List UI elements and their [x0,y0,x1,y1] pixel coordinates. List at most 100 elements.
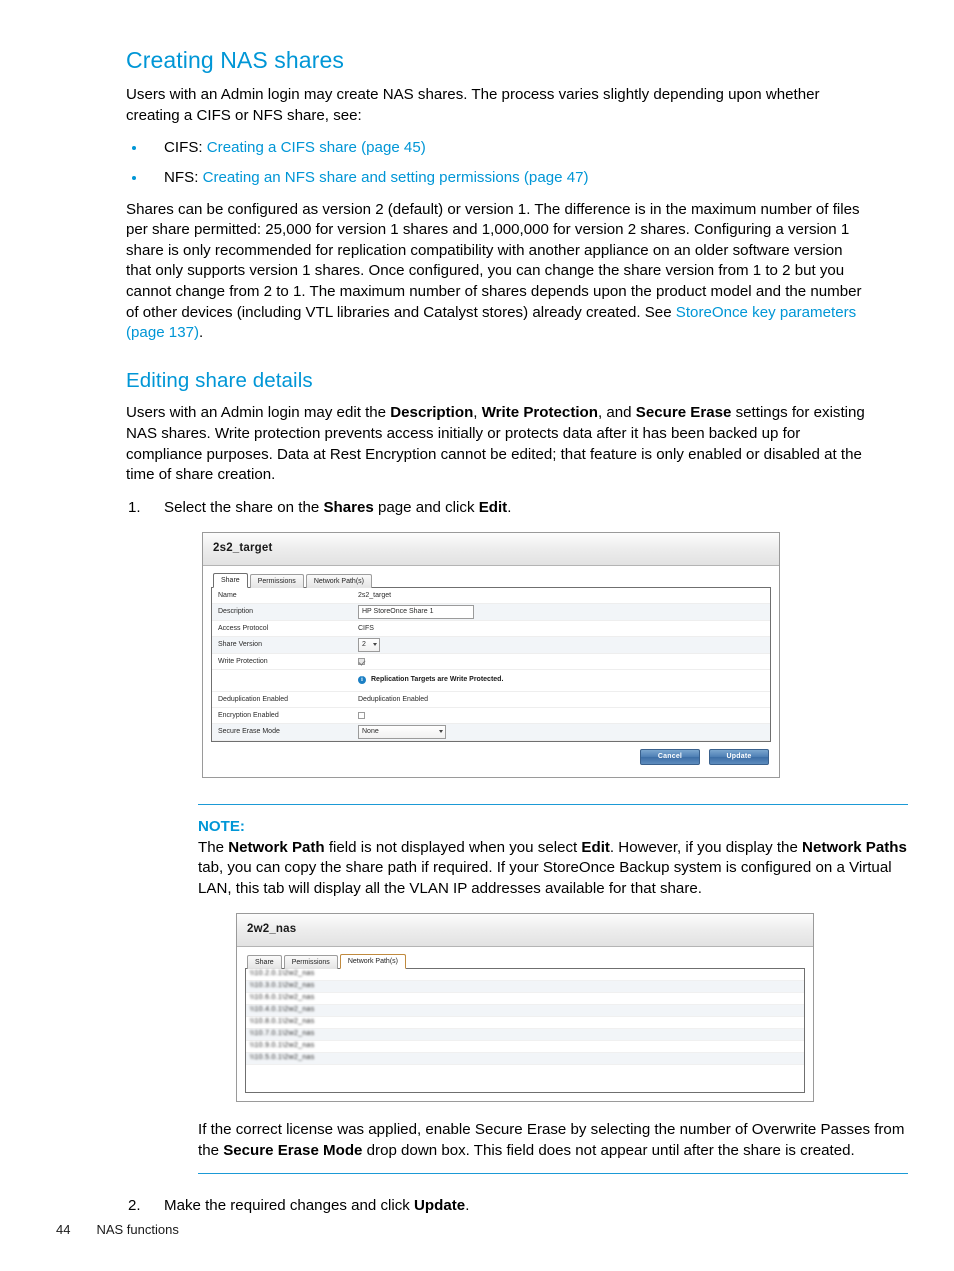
footer-page-number: 44 [56,1222,71,1237]
value-deduplication-enabled: Deduplication Enabled [358,695,429,703]
step-number: 2. [128,1197,141,1215]
share-version-selected-value: 2 [362,640,366,648]
label-write-protection: Write Protection [218,657,268,665]
step1-text-c: page and click [373,498,479,516]
paragraph-share-versions: Shares can be configured as version 2 (d… [126,200,870,344]
dialog-tabs: Share Permissions Network Path(s) [245,953,805,969]
table-row-description: Description HP StoreOnce Share 1 [212,603,770,621]
table-row[interactable]: \\10.2.0.1\2w2_nas [246,969,804,981]
bullet-dot-icon [132,146,136,151]
chevron-down-icon [373,643,377,647]
table-row[interactable]: \\10.9.0.1\2w2_nas [246,1041,804,1053]
label-encryption-enabled: Encryption Enabled [218,711,279,719]
term-network-path: Network Path [228,838,325,856]
info-icon: i [358,676,366,685]
label-access-protocol: Access Protocol [218,624,269,632]
table-row-share-version: Share Version 2 [212,636,770,654]
note-text-c: field is not displayed when you select [324,838,582,856]
share-versions-text-end: . [199,324,204,342]
table-row[interactable]: \\10.4.0.1\2w2_nas [246,1004,804,1017]
label-description: Description [218,608,254,616]
value-secure-erase-mode: None [358,724,770,739]
paragraph-creating-intro: Users with an Admin login may create NAS… [126,86,820,124]
term-edit: Edit [478,498,508,516]
figure-edit-share-dialog: 2s2_target Share Permissions Network Pat… [202,532,780,778]
link-creating-nfs-share[interactable]: Creating an NFS share and setting permis… [203,169,589,186]
secure-erase-text-c: drop down box. This field does not appea… [362,1141,855,1159]
table-row-deduplication-enabled: Deduplication Enabled Deduplication Enab… [212,692,770,708]
document-page: Creating NAS shares Users with an Admin … [0,0,954,1271]
list-item-step-1: 1. Select the share on the Shares page an… [126,498,908,1175]
paragraph-editing-intro: Users with an Admin login may edit the D… [126,403,870,485]
step2-text-c: . [465,1197,470,1215]
table-row[interactable]: \\10.6.0.1\2w2_nas [246,993,804,1005]
table-row[interactable]: \\10.5.0.1\2w2_nas [246,1052,804,1065]
network-paths-table: \\10.2.0.1\2w2_nas \\10.3.0.1\2w2_nas \\… [245,968,805,1093]
note-text-d: . However, if you display the [609,838,803,856]
value-share-version: 2 [358,637,770,652]
table-row-write-protection: Write Protection [212,654,770,670]
label-share-version: Share Version [218,641,262,649]
label-deduplication-enabled: Deduplication Enabled [218,695,289,703]
term-secure-erase-mode: Secure Erase Mode [223,1141,363,1159]
step1-text-d: . [507,498,512,516]
table-row-name: Name 2s2_target [212,588,770,604]
share-version-select[interactable]: 2 [358,637,380,652]
description-input[interactable]: HP StoreOnce Share 1 [358,604,474,619]
step2-text-a: Make the required changes and click [164,1197,415,1215]
label-name: Name [218,591,237,599]
list-item: CIFS: Creating a CIFS share (page 45) [126,138,870,159]
secure-erase-mode-selected-value: None [362,727,379,735]
note-text-e: tab, you can copy the share path if requ… [198,859,892,897]
table-row[interactable]: \\10.7.0.1\2w2_nas [246,1028,804,1041]
heading-creating-nas-shares: Creating NAS shares [126,47,344,73]
table-row[interactable]: \\10.3.0.1\2w2_nas [246,980,804,993]
editing-text-a: Users with an Admin login may edit the [126,404,391,422]
tab-permissions[interactable]: Permissions [249,573,304,588]
cancel-button[interactable]: Cancel [640,748,700,765]
link-creating-cifs-share[interactable]: Creating a CIFS share (page 45) [207,139,426,156]
page-content: Creating NAS shares Users with an Admin … [126,47,908,1221]
tab-share[interactable]: Share [213,572,248,588]
term-network-paths: Network Paths [802,838,907,856]
bullet-dot-icon [132,176,136,181]
table-row[interactable]: \\10.8.0.1\2w2_nas [246,1017,804,1029]
value-encryption-enabled [358,711,770,719]
term-description: Description [390,404,474,422]
label-secure-erase-mode: Secure Erase Mode [218,728,280,736]
write-protection-info-row: i Replication Targets are Write Protecte… [212,670,770,692]
value-name: 2s2_target [358,591,392,599]
bullet-prefix-nfs: NFS: [164,169,203,187]
tab-network-paths[interactable]: Network Path(s) [305,573,372,588]
encryption-enabled-checkbox[interactable] [358,711,365,719]
step1-text-a: Select the share on the [164,498,324,516]
write-protection-checkbox[interactable] [358,657,365,665]
value-description: HP StoreOnce Share 1 [358,604,770,619]
network-path-value: \\10.5.0.1\2w2_nas [250,1054,315,1062]
note-paragraph-secure-erase: If the correct license was applied, enab… [198,1120,908,1161]
share-properties-table: Name 2s2_target Description HP StoreOnce… [211,587,771,742]
table-row-secure-erase-mode: Secure Erase Mode None [212,723,770,741]
update-button[interactable]: Update [709,748,769,765]
list-item-step-2: 2. Make the required changes and click Up… [126,1196,870,1217]
term-write-protection: Write Protection [481,404,598,422]
write-protection-info-text: Replication Targets are Write Protected. [371,675,504,683]
tab-network-paths[interactable]: Network Path(s) [339,953,406,969]
dialog-body: Share Permissions Network Path(s) Name 2… [203,565,779,777]
term-edit: Edit [581,838,610,856]
page-footer: 44 NAS functions [56,1222,179,1237]
figure-network-paths-dialog: 2w2_nas Share Permissions Network Path(s… [236,913,814,1102]
heading-editing-share-details: Editing share details [126,368,313,392]
list-item: NFS: Creating an NFS share and setting p… [126,168,870,189]
share-versions-text: Shares can be configured as version 2 (d… [126,200,862,321]
dialog-tabs: Share Permissions Network Path(s) [211,572,771,588]
table-row-encryption-enabled: Encryption Enabled [212,708,770,724]
table-row-access-protocol: Access Protocol CIFS [212,621,770,637]
secure-erase-mode-select[interactable]: None [358,724,446,739]
editing-text-c: , [473,404,482,422]
term-update: Update [414,1197,466,1215]
dialog-title-2w2-nas: 2w2_nas [237,914,813,947]
editing-text-d: , and [597,404,636,422]
value-write-protection [358,657,770,665]
